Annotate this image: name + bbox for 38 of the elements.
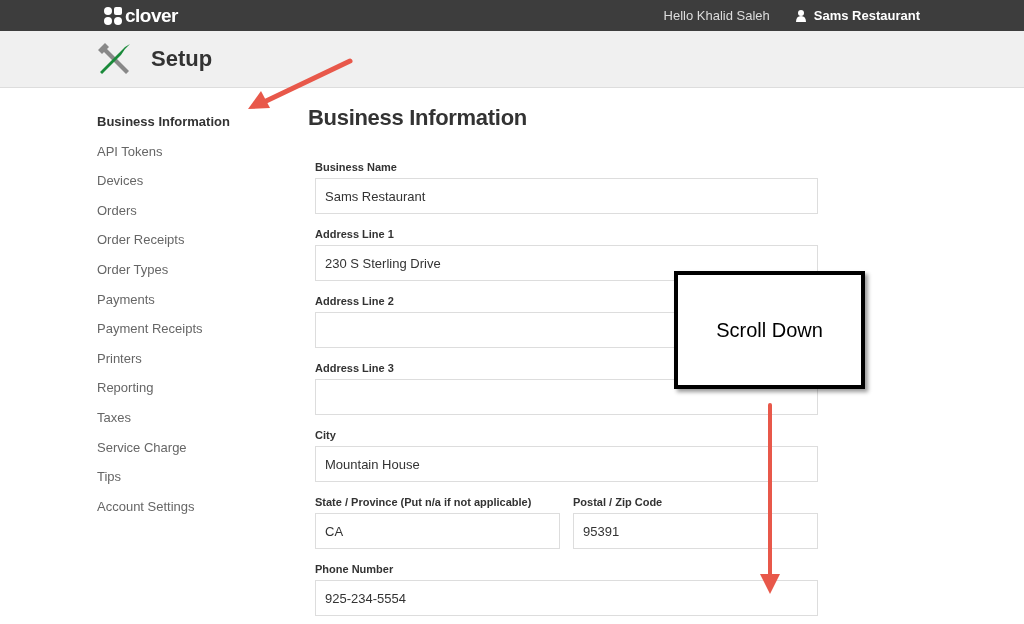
field-label: State / Province (Put n/a if not applicable)	[315, 496, 532, 508]
sidebar-item[interactable]: Reporting	[97, 380, 154, 410]
input-field[interactable]: CA	[315, 513, 560, 549]
field-label: City	[315, 429, 336, 441]
sidebar-item[interactable]: Tips	[97, 469, 122, 499]
sidebar-item[interactable]: Payment Receipts	[97, 321, 203, 351]
sidebar-item[interactable]: Devices	[97, 173, 144, 203]
field-label: Phone Number	[315, 563, 394, 575]
clover-leaf-icon	[104, 6, 122, 25]
input-field[interactable]: Sams Restaurant	[315, 178, 818, 214]
tools-icon	[97, 41, 133, 77]
account-name[interactable]: Sams Restaurant	[813, 8, 920, 23]
logo-text: clover	[125, 4, 178, 27]
sidebar-item[interactable]: Account Settings	[97, 498, 195, 529]
section-title: Business Information	[308, 105, 528, 131]
sidebar-item[interactable]: API Tokens	[97, 143, 163, 174]
field-label: Address Line 1	[315, 228, 394, 240]
input-field[interactable]: Mountain House	[315, 446, 818, 482]
sidebar-item[interactable]: Order Types	[97, 261, 169, 292]
page-title: Setup	[151, 46, 213, 72]
input-field[interactable]: 925-234-5554	[315, 580, 818, 616]
input-field[interactable]: 230 S Sterling Drive	[315, 245, 818, 281]
input-field[interactable]	[315, 379, 818, 415]
sidebar-item[interactable]: Business Information	[97, 114, 230, 144]
field-label: Address Line 2	[315, 295, 394, 307]
greeting-text: Hello Khalid Saleh	[663, 8, 770, 23]
input-field[interactable]: 95391	[573, 513, 818, 549]
sidebar-item[interactable]: Service Charge	[97, 439, 187, 470]
sidebar-item[interactable]: Order Receipts	[97, 232, 185, 262]
sidebar-item[interactable]: Printers	[97, 350, 142, 381]
field-label: Business Name	[315, 161, 397, 173]
callout-text: Scroll Down	[716, 318, 823, 342]
field-label: Postal / Zip Code	[573, 496, 663, 508]
sidebar-item[interactable]: Payments	[97, 291, 155, 322]
user-icon	[795, 9, 806, 22]
sidebar-item[interactable]: Orders	[97, 202, 137, 233]
sidebar-item[interactable]: Taxes	[97, 409, 131, 440]
field-label: Address Line 3	[315, 362, 394, 374]
